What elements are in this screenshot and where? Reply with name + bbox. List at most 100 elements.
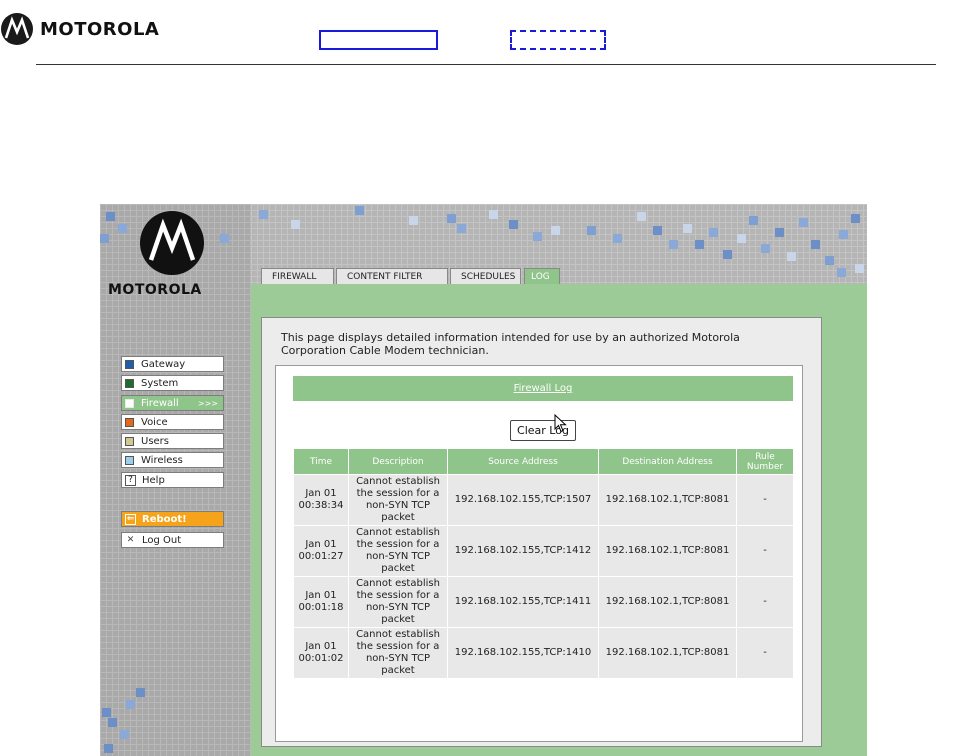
- brand-wordmark: MOTOROLA: [40, 18, 160, 40]
- gateway-icon: [125, 359, 134, 369]
- header-link-box[interactable]: [319, 30, 438, 50]
- column-header-destination: Destination Address: [598, 448, 737, 475]
- decor-tile: [839, 230, 848, 239]
- decor-tile: [102, 708, 111, 717]
- section-title-bar: Firewall Log: [293, 376, 793, 401]
- logout-label: Log Out: [142, 534, 182, 546]
- voice-icon: [125, 417, 134, 427]
- decor-tile: [509, 220, 518, 229]
- log-panel: This page displays detailed information …: [261, 317, 822, 747]
- date-text: Jan 01: [305, 641, 337, 652]
- users-icon: [125, 436, 134, 446]
- decor-tile: [637, 212, 646, 221]
- source-cell: 192.168.102.155,TCP:1411: [447, 576, 599, 628]
- decor-tile: [120, 730, 129, 739]
- tab-schedules[interactable]: SCHEDULES: [450, 268, 521, 284]
- decor-tile: [749, 216, 758, 225]
- decor-tile: [533, 232, 542, 241]
- sidebar-item-users[interactable]: Users: [121, 433, 224, 449]
- date-text: Jan 01: [305, 488, 337, 499]
- source-cell: 192.168.102.155,TCP:1412: [447, 525, 599, 577]
- time-text: 00:01:27: [298, 551, 344, 562]
- time-cell: Jan 01 00:01:02: [293, 627, 349, 679]
- decor-tile: [136, 688, 145, 697]
- tab-log[interactable]: LOG: [524, 268, 560, 284]
- sidebar-item-gateway[interactable]: Gateway: [121, 356, 224, 372]
- decor-tile: [118, 224, 127, 233]
- top-banner: FIREWALL CONTENT FILTER SCHEDULES LOG: [251, 204, 867, 284]
- decor-tile: [447, 214, 456, 223]
- decor-tile: [799, 218, 808, 227]
- decor-tile: [613, 234, 622, 243]
- decor-tile: [291, 220, 300, 229]
- decor-tile: [851, 214, 860, 223]
- table-row: Jan 01 00:38:34 Cannot establish the sess…: [293, 474, 794, 526]
- rule-cell: -: [736, 576, 794, 628]
- reboot-button[interactable]: ⇐ Reboot!: [121, 511, 224, 527]
- rule-cell: -: [736, 627, 794, 679]
- router-ui-screenshot: MOTOROLA Gateway System Firewall >>> Voi…: [100, 204, 867, 756]
- active-arrows-icon: >>>: [197, 398, 218, 408]
- decor-tile: [409, 216, 418, 225]
- header-divider: [36, 64, 936, 65]
- reboot-label: Reboot!: [142, 513, 187, 525]
- decor-tile: [737, 234, 746, 243]
- description-cell: Cannot establish the session for a non-S…: [348, 576, 448, 628]
- tab-content-filter[interactable]: CONTENT FILTER: [336, 268, 448, 284]
- decor-tile: [126, 700, 135, 709]
- sidebar-item-label: Wireless: [141, 454, 183, 466]
- logout-button[interactable]: ✕ Log Out: [121, 532, 224, 548]
- decor-tile: [695, 240, 704, 249]
- sidebar-item-system[interactable]: System: [121, 375, 224, 391]
- date-text: Jan 01: [305, 590, 337, 601]
- decor-tile: [787, 252, 796, 261]
- sidebar-item-help[interactable]: ? Help: [121, 472, 224, 488]
- decor-tile: [457, 224, 466, 233]
- close-icon: ✕: [126, 534, 135, 545]
- intro-text: This page displays detailed information …: [281, 331, 740, 357]
- source-cell: 192.168.102.155,TCP:1410: [447, 627, 599, 679]
- decor-tile: [489, 210, 498, 219]
- sidebar-item-label: Gateway: [141, 358, 186, 370]
- sidebar-item-voice[interactable]: Voice: [121, 414, 224, 430]
- motorola-emblem-icon: [140, 211, 204, 275]
- sidebar-item-label: Voice: [141, 416, 168, 428]
- mouse-pointer-icon: [554, 414, 567, 433]
- time-text: 00:38:34: [298, 500, 344, 511]
- decor-tile: [259, 210, 268, 219]
- decor-tile: [653, 226, 662, 235]
- log-content-area: Firewall Log Clear Log Time Description …: [275, 365, 803, 742]
- decor-tile: [551, 226, 560, 235]
- decor-tile: [683, 224, 692, 233]
- header-dashed-box[interactable]: [510, 30, 606, 50]
- decor-tile: [709, 228, 718, 237]
- sidebar-item-wireless[interactable]: Wireless: [121, 452, 224, 468]
- decor-tile: [355, 206, 364, 215]
- sidebar-item-firewall[interactable]: Firewall >>>: [121, 395, 224, 411]
- table-row: Jan 01 00:01:27 Cannot establish the sess…: [293, 525, 794, 577]
- motorola-logo: MOTOROLA: [0, 12, 159, 46]
- motorola-emblem-icon: [1, 13, 33, 45]
- decor-tile: [587, 226, 596, 235]
- time-text: 00:01:02: [298, 653, 344, 664]
- sidebar-brand-wordmark: MOTOROLA: [108, 282, 202, 298]
- sidebar-item-label: System: [141, 377, 179, 389]
- decor-tile: [108, 718, 117, 727]
- decor-tile: [106, 212, 115, 221]
- decor-tile: [837, 268, 846, 277]
- decor-tile: [775, 228, 784, 237]
- column-header-rule: Rule Number: [736, 448, 794, 475]
- system-icon: [125, 378, 134, 388]
- description-cell: Cannot establish the session for a non-S…: [348, 627, 448, 679]
- time-cell: Jan 01 00:38:34: [293, 474, 349, 526]
- tab-firewall[interactable]: FIREWALL: [261, 268, 334, 284]
- column-header-source: Source Address: [447, 448, 599, 475]
- destination-cell: 192.168.102.1,TCP:8081: [598, 474, 737, 526]
- sidebar-item-label: Users: [141, 435, 170, 447]
- firewall-icon: [125, 398, 134, 408]
- firewall-log-table: Time Description Source Address Destinat…: [293, 448, 794, 679]
- help-icon: ?: [125, 474, 136, 486]
- firewall-log-link[interactable]: Firewall Log: [514, 383, 573, 394]
- decor-tile: [104, 744, 113, 753]
- time-text: 00:01:18: [298, 602, 344, 613]
